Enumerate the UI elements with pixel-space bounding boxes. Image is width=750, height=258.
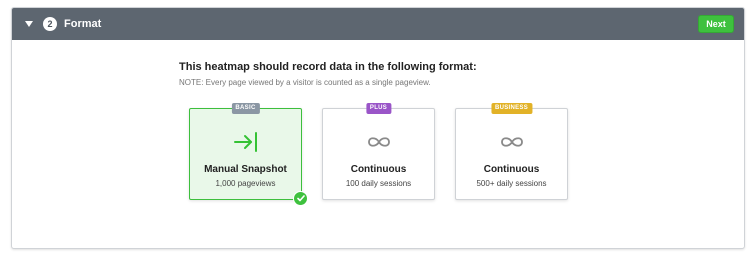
pageview-note: NOTE: Every page viewed by a visitor is … — [179, 78, 431, 87]
option-subtitle: 500+ daily sessions — [476, 179, 547, 188]
option-title: Manual Snapshot — [204, 164, 287, 175]
option-title: Continuous — [483, 164, 540, 175]
option-subtitle: 100 daily sessions — [345, 179, 412, 188]
option-subtitle: 1,000 pageviews — [215, 179, 276, 188]
option-card-plus[interactable]: PLUS Continuous 100 daily sessions — [322, 103, 435, 200]
step-header: 2 Format Next — [12, 8, 744, 40]
option-card-basic[interactable]: BASIC Manual Snapshot 1,000 pageviews — [189, 103, 308, 206]
infinity-loop-icon — [499, 131, 525, 154]
plan-badge-basic: BASIC — [231, 103, 260, 114]
infinity-loop-icon — [366, 131, 392, 154]
arrow-to-line-icon — [233, 131, 259, 158]
format-step-panel: 2 Format Next This heatmap should record… — [11, 7, 745, 249]
next-button[interactable]: Next — [698, 15, 734, 33]
option-card-business[interactable]: BUSINESS Continuous 500+ daily sessions — [455, 103, 568, 200]
plan-badge-business: BUSINESS — [490, 103, 533, 114]
step-title: Format — [64, 18, 102, 30]
format-heading: This heatmap should record data in the f… — [179, 61, 477, 73]
option-title: Continuous — [350, 164, 407, 175]
plan-badge-plus: PLUS — [365, 103, 392, 114]
selected-check-icon — [293, 191, 308, 206]
collapse-toggle[interactable] — [24, 19, 34, 29]
step-number-badge: 2 — [43, 17, 57, 31]
caret-down-icon — [25, 21, 33, 27]
